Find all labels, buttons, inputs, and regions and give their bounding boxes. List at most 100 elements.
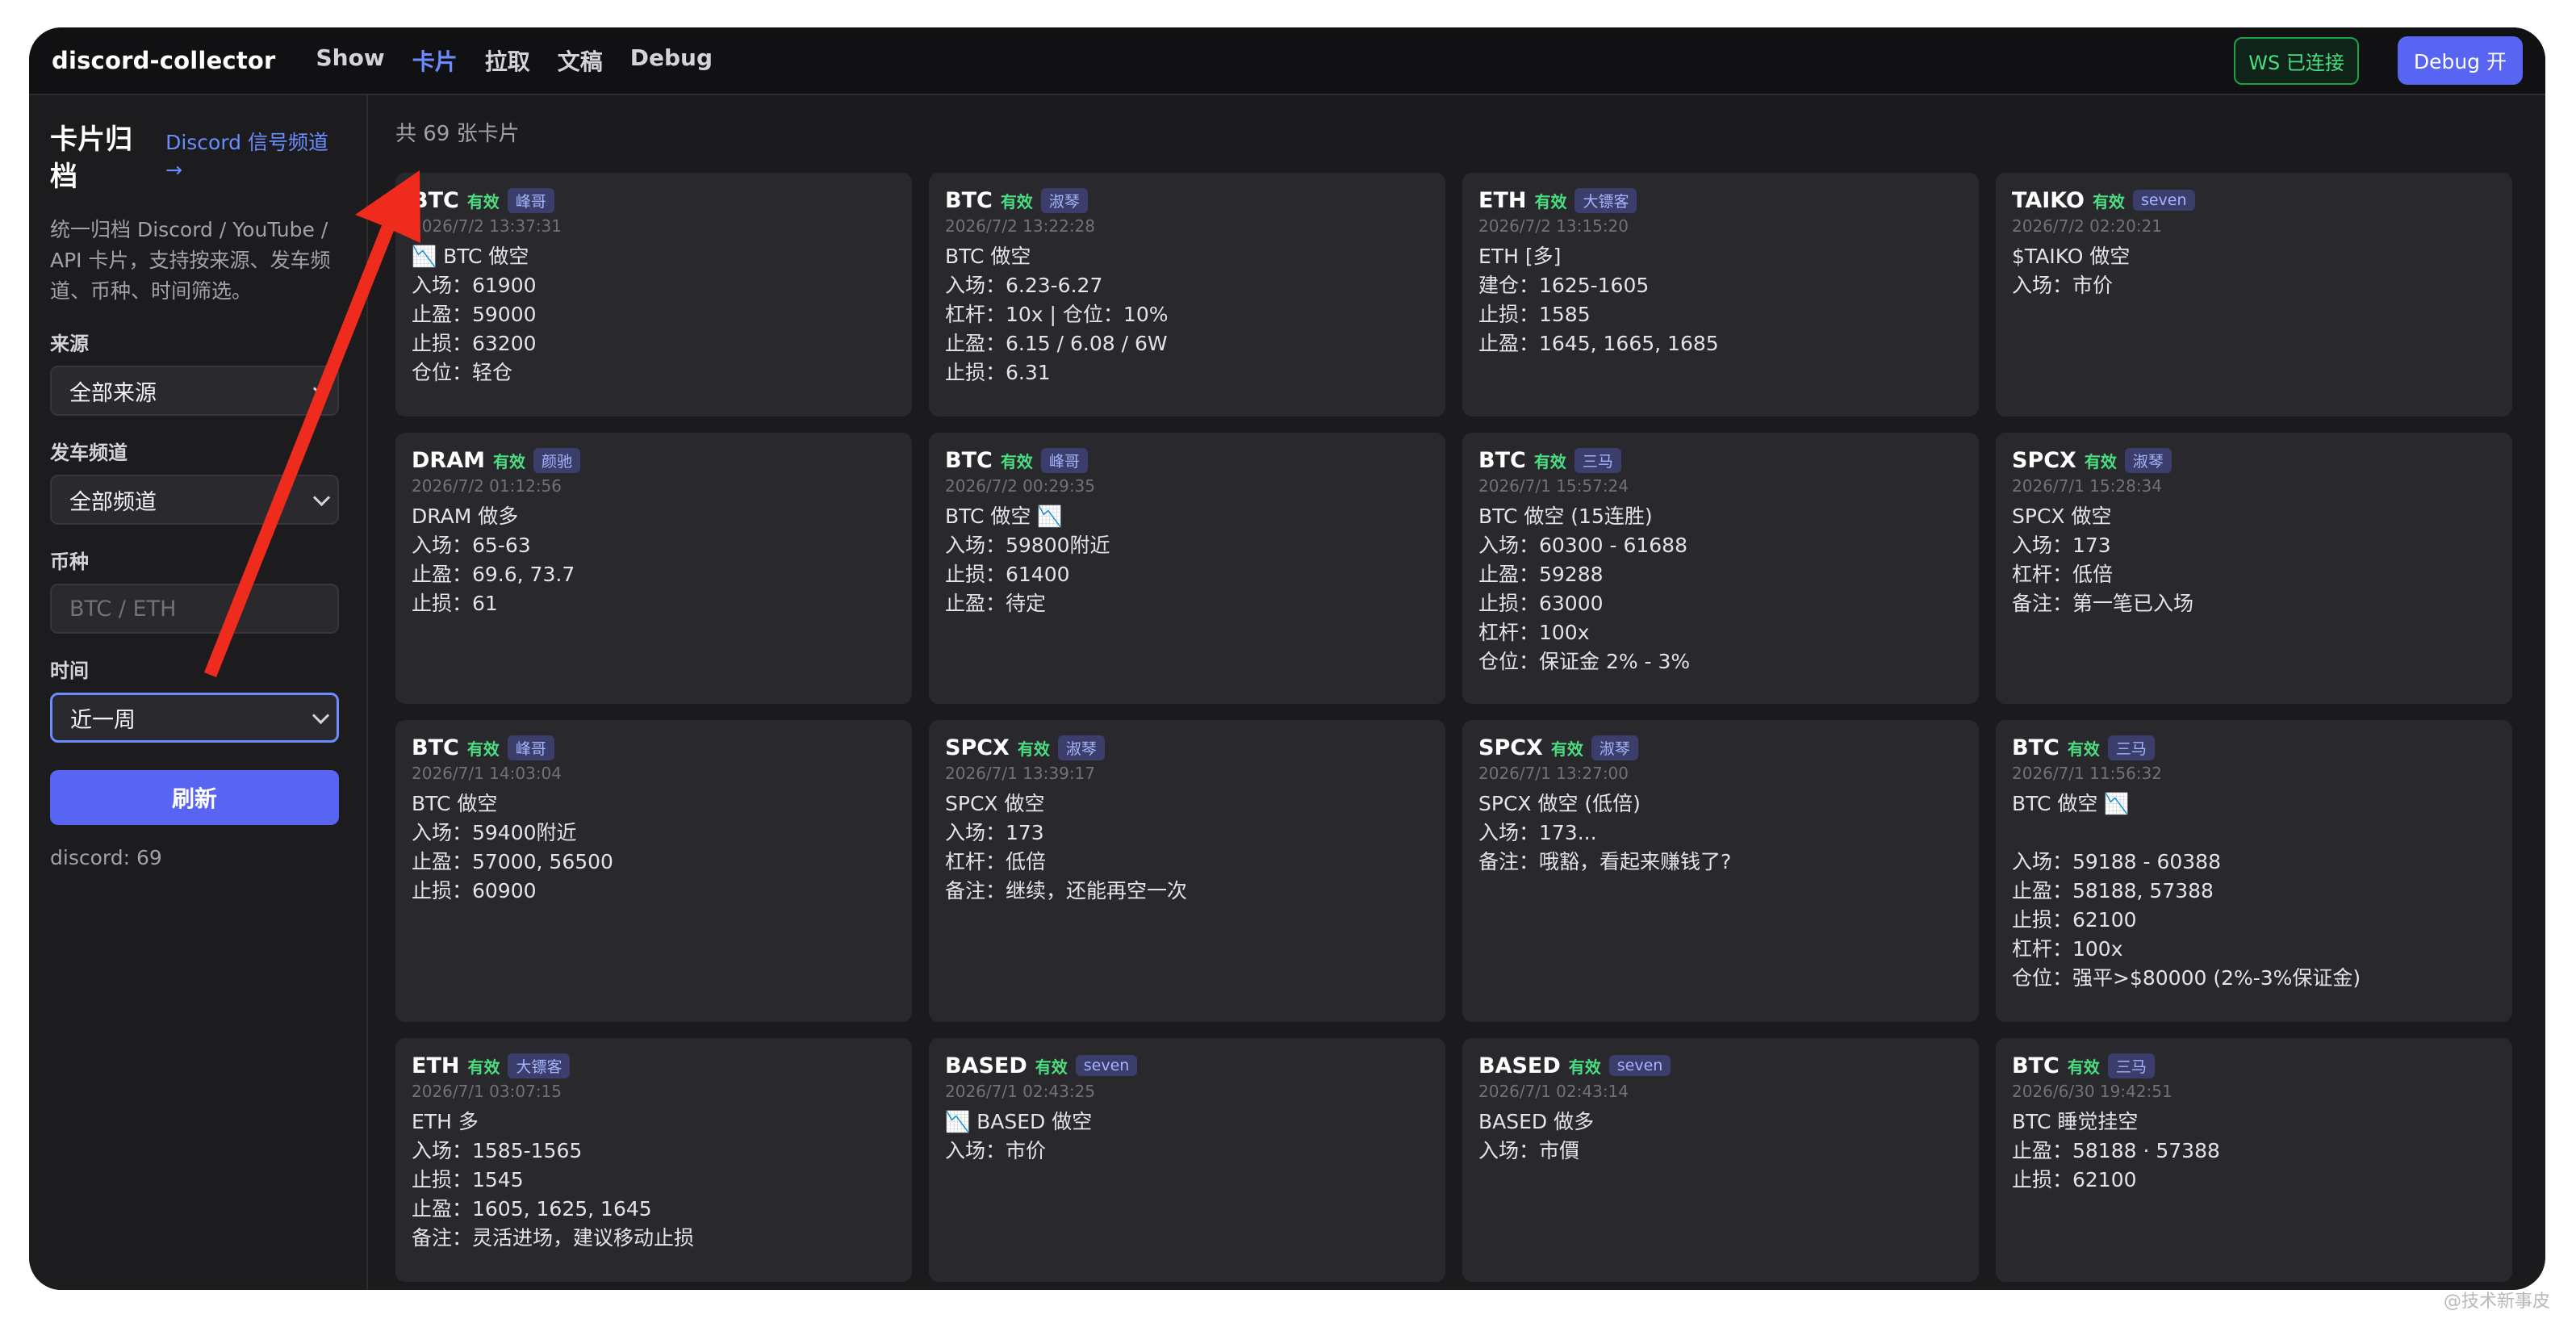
card-timestamp: 2026/7/1 02:43:25 (945, 1082, 1096, 1101)
card-status-badge: 有效 (1533, 451, 1566, 471)
card-line: 止盈：59000 (412, 303, 537, 326)
card-timestamp: 2026/7/2 01:12:56 (412, 476, 562, 496)
card-author-tag: 颜驰 (533, 447, 580, 473)
signal-card[interactable]: TAIKO 有效 seven 2026/7/2 02:20:21 $TAIKO 做空 入场… (1996, 173, 2512, 417)
card-line: 入场：1585-1565 (412, 1139, 583, 1162)
card-header: SPCX 有效 淑琴 (1478, 735, 1963, 760)
signal-card[interactable]: BTC 有效 三马 2026/7/1 15:57:24 BTC 做空 (15连胜) 入场：… (1462, 433, 1979, 704)
source-select-value: 全部来源 (69, 380, 157, 406)
card-author-tag: 峰哥 (1040, 447, 1088, 473)
card-line: 止损：63000 (1478, 592, 1604, 615)
signal-card[interactable]: BTC 有效 峰哥 2026/7/2 00:29:35 BTC 做空 📉 入场：59800… (929, 433, 1445, 704)
nav-show[interactable]: Show (316, 44, 385, 77)
card-status-badge: 有效 (1000, 451, 1033, 471)
card-line: 止盈：58188, 57388 (2012, 879, 2214, 902)
card-line: 止损：1585 (1478, 303, 1591, 326)
card-line: SPCX 做空 (低倍) (1478, 792, 1641, 815)
app-window: discord-collector Show 卡片 拉取 文稿 Debug WS… (29, 27, 2545, 1290)
nav-cards[interactable]: 卡片 (412, 44, 458, 77)
chevron-down-icon (312, 488, 331, 507)
card-line: 止盈：59288 (1478, 563, 1604, 586)
signal-card[interactable]: ETH 有效 大镖客 2026/7/1 03:07:15 ETH 多入场：1585-15… (395, 1038, 912, 1282)
card-status-badge: 有效 (1534, 191, 1567, 211)
card-header: BTC 有效 峰哥 (412, 187, 896, 213)
card-symbol: BASED (1478, 1053, 1561, 1078)
brand-logo[interactable]: discord-collector (52, 47, 276, 74)
card-line: 入场：173... (1478, 821, 1597, 844)
nav-manuscripts[interactable]: 文稿 (558, 44, 603, 77)
card-status-badge: 有效 (2084, 451, 2117, 471)
nav-fetch[interactable]: 拉取 (485, 44, 530, 77)
card-author-tag: 淑琴 (2124, 447, 2172, 473)
source-label: 来源 (50, 333, 89, 355)
card-line: 止损：61400 (945, 563, 1070, 586)
card-line: $TAIKO 做空 (2012, 245, 2131, 268)
card-line: 入场：市价 (945, 1139, 1047, 1162)
signal-card[interactable]: SPCX 有效 淑琴 2026/7/1 13:39:17 SPCX 做空 入场：173 杠杆… (929, 720, 1445, 1022)
signal-card[interactable]: BTC 有效 三马 2026/7/1 11:56:32 BTC 做空 📉 入场：5918… (1996, 720, 2512, 1022)
card-symbol: TAIKO (2012, 187, 2085, 213)
channel-label: 发车频道 (50, 442, 128, 464)
card-line: 入场：61900 (412, 274, 537, 297)
card-status-badge: 有效 (466, 739, 500, 759)
card-timestamp: 2026/7/1 11:56:32 (2012, 764, 2163, 783)
card-line: 📉 BTC 做空 (412, 245, 529, 268)
card-timestamp: 2026/7/1 03:07:15 (412, 1082, 562, 1101)
card-line: 止损：62100 (2012, 908, 2137, 932)
nav-debug[interactable]: Debug (630, 44, 713, 77)
card-line: BTC 做空 📉 (945, 505, 1063, 528)
signal-card[interactable]: BASED 有效 seven 2026/7/1 02:43:14 BASED 做多 入场：… (1462, 1038, 1979, 1282)
card-header: TAIKO 有效 seven (2012, 187, 2496, 213)
signal-card[interactable]: BASED 有效 seven 2026/7/1 02:43:25 📉 BASED 做空入… (929, 1038, 1445, 1282)
card-line: SPCX 做空 (945, 792, 1045, 815)
card-author-tag: seven (2132, 190, 2195, 211)
card-author-tag: 大镖客 (508, 1053, 571, 1078)
signal-card[interactable]: BTC 有效 淑琴 2026/7/2 13:22:28 BTC 做空 入场：6.23-6.… (929, 173, 1445, 417)
card-symbol: BTC (412, 187, 459, 213)
time-select[interactable]: 近一周 (50, 693, 339, 743)
signal-card[interactable]: SPCX 有效 淑琴 2026/7/1 13:27:00 SPCX 做空 (低倍) 入场：… (1462, 720, 1979, 1022)
card-author-tag: 淑琴 (1591, 735, 1638, 760)
card-symbol: SPCX (2012, 447, 2076, 473)
coin-input[interactable]: BTC / ETH (50, 584, 339, 634)
card-line: BTC 睡觉挂空 (2012, 1110, 2139, 1133)
discord-channel-link[interactable]: Discord 信号频道 → (165, 129, 339, 184)
card-line: 备注：哦豁，看起来赚钱了? (1478, 850, 1732, 873)
card-timestamp: 2026/7/2 13:22:28 (945, 216, 1096, 236)
card-line: 备注：灵活进场，建议移动止损 (412, 1226, 695, 1250)
coin-label: 币种 (50, 551, 89, 573)
channel-select-value: 全部频道 (69, 489, 157, 515)
card-header: BTC 有效 峰哥 (945, 447, 1429, 473)
channel-select[interactable]: 全部频道 (50, 475, 339, 525)
card-line: DRAM 做多 (412, 505, 519, 528)
chevron-down-icon (312, 706, 330, 725)
card-line: 建仓：1625-1605 (1478, 274, 1650, 297)
refresh-button[interactable]: 刷新 (50, 770, 339, 825)
card-timestamp: 2026/7/1 15:57:24 (1478, 476, 1629, 496)
card-author-tag: 峰哥 (507, 187, 554, 213)
card-status-badge: 有效 (2067, 1057, 2100, 1077)
card-line: 止损：63200 (412, 332, 537, 355)
main-nav: Show 卡片 拉取 文稿 Debug (316, 44, 713, 77)
source-select[interactable]: 全部来源 (50, 366, 339, 416)
card-line: BTC 做空 (15连胜) (1478, 505, 1653, 528)
card-line: 止盈：58188 · 57388 (2012, 1139, 2220, 1162)
signal-card[interactable]: BTC 有效 峰哥 2026/7/2 13:37:31 📉 BTC 做空 入场：61900… (395, 173, 912, 417)
card-symbol: BTC (2012, 735, 2060, 760)
card-line: 止损：62100 (2012, 1168, 2137, 1191)
signal-card[interactable]: ETH 有效 大镖客 2026/7/2 13:15:20 ETH [多] 建仓：1625-… (1462, 173, 1979, 417)
time-label: 时间 (50, 660, 89, 682)
signal-card[interactable]: SPCX 有效 淑琴 2026/7/1 15:28:34 SPCX 做空 入场：173 杠杆… (1996, 433, 2512, 704)
debug-toggle-button[interactable]: Debug 开 (2397, 36, 2523, 85)
signal-card[interactable]: DRAM 有效 颜驰 2026/7/2 01:12:56 DRAM 做多 入场：65-63… (395, 433, 912, 704)
signal-card[interactable]: BTC 有效 三马 2026/6/30 19:42:51 BTC 睡觉挂空 止盈：5818… (1996, 1038, 2512, 1282)
card-line: 止盈：6.15 / 6.08 / 6W (945, 332, 1168, 355)
card-symbol: SPCX (1478, 735, 1543, 760)
card-header: SPCX 有效 淑琴 (2012, 447, 2496, 473)
top-navbar: discord-collector Show 卡片 拉取 文稿 Debug WS… (29, 27, 2545, 95)
card-line: BTC 做空 (945, 245, 1031, 268)
card-status-badge: 有效 (2092, 191, 2125, 211)
chevron-down-icon (312, 379, 331, 398)
signal-card[interactable]: BTC 有效 峰哥 2026/7/1 14:03:04 BTC 做空 入场：59400附近… (395, 720, 912, 1022)
card-author-tag: 峰哥 (507, 735, 554, 760)
